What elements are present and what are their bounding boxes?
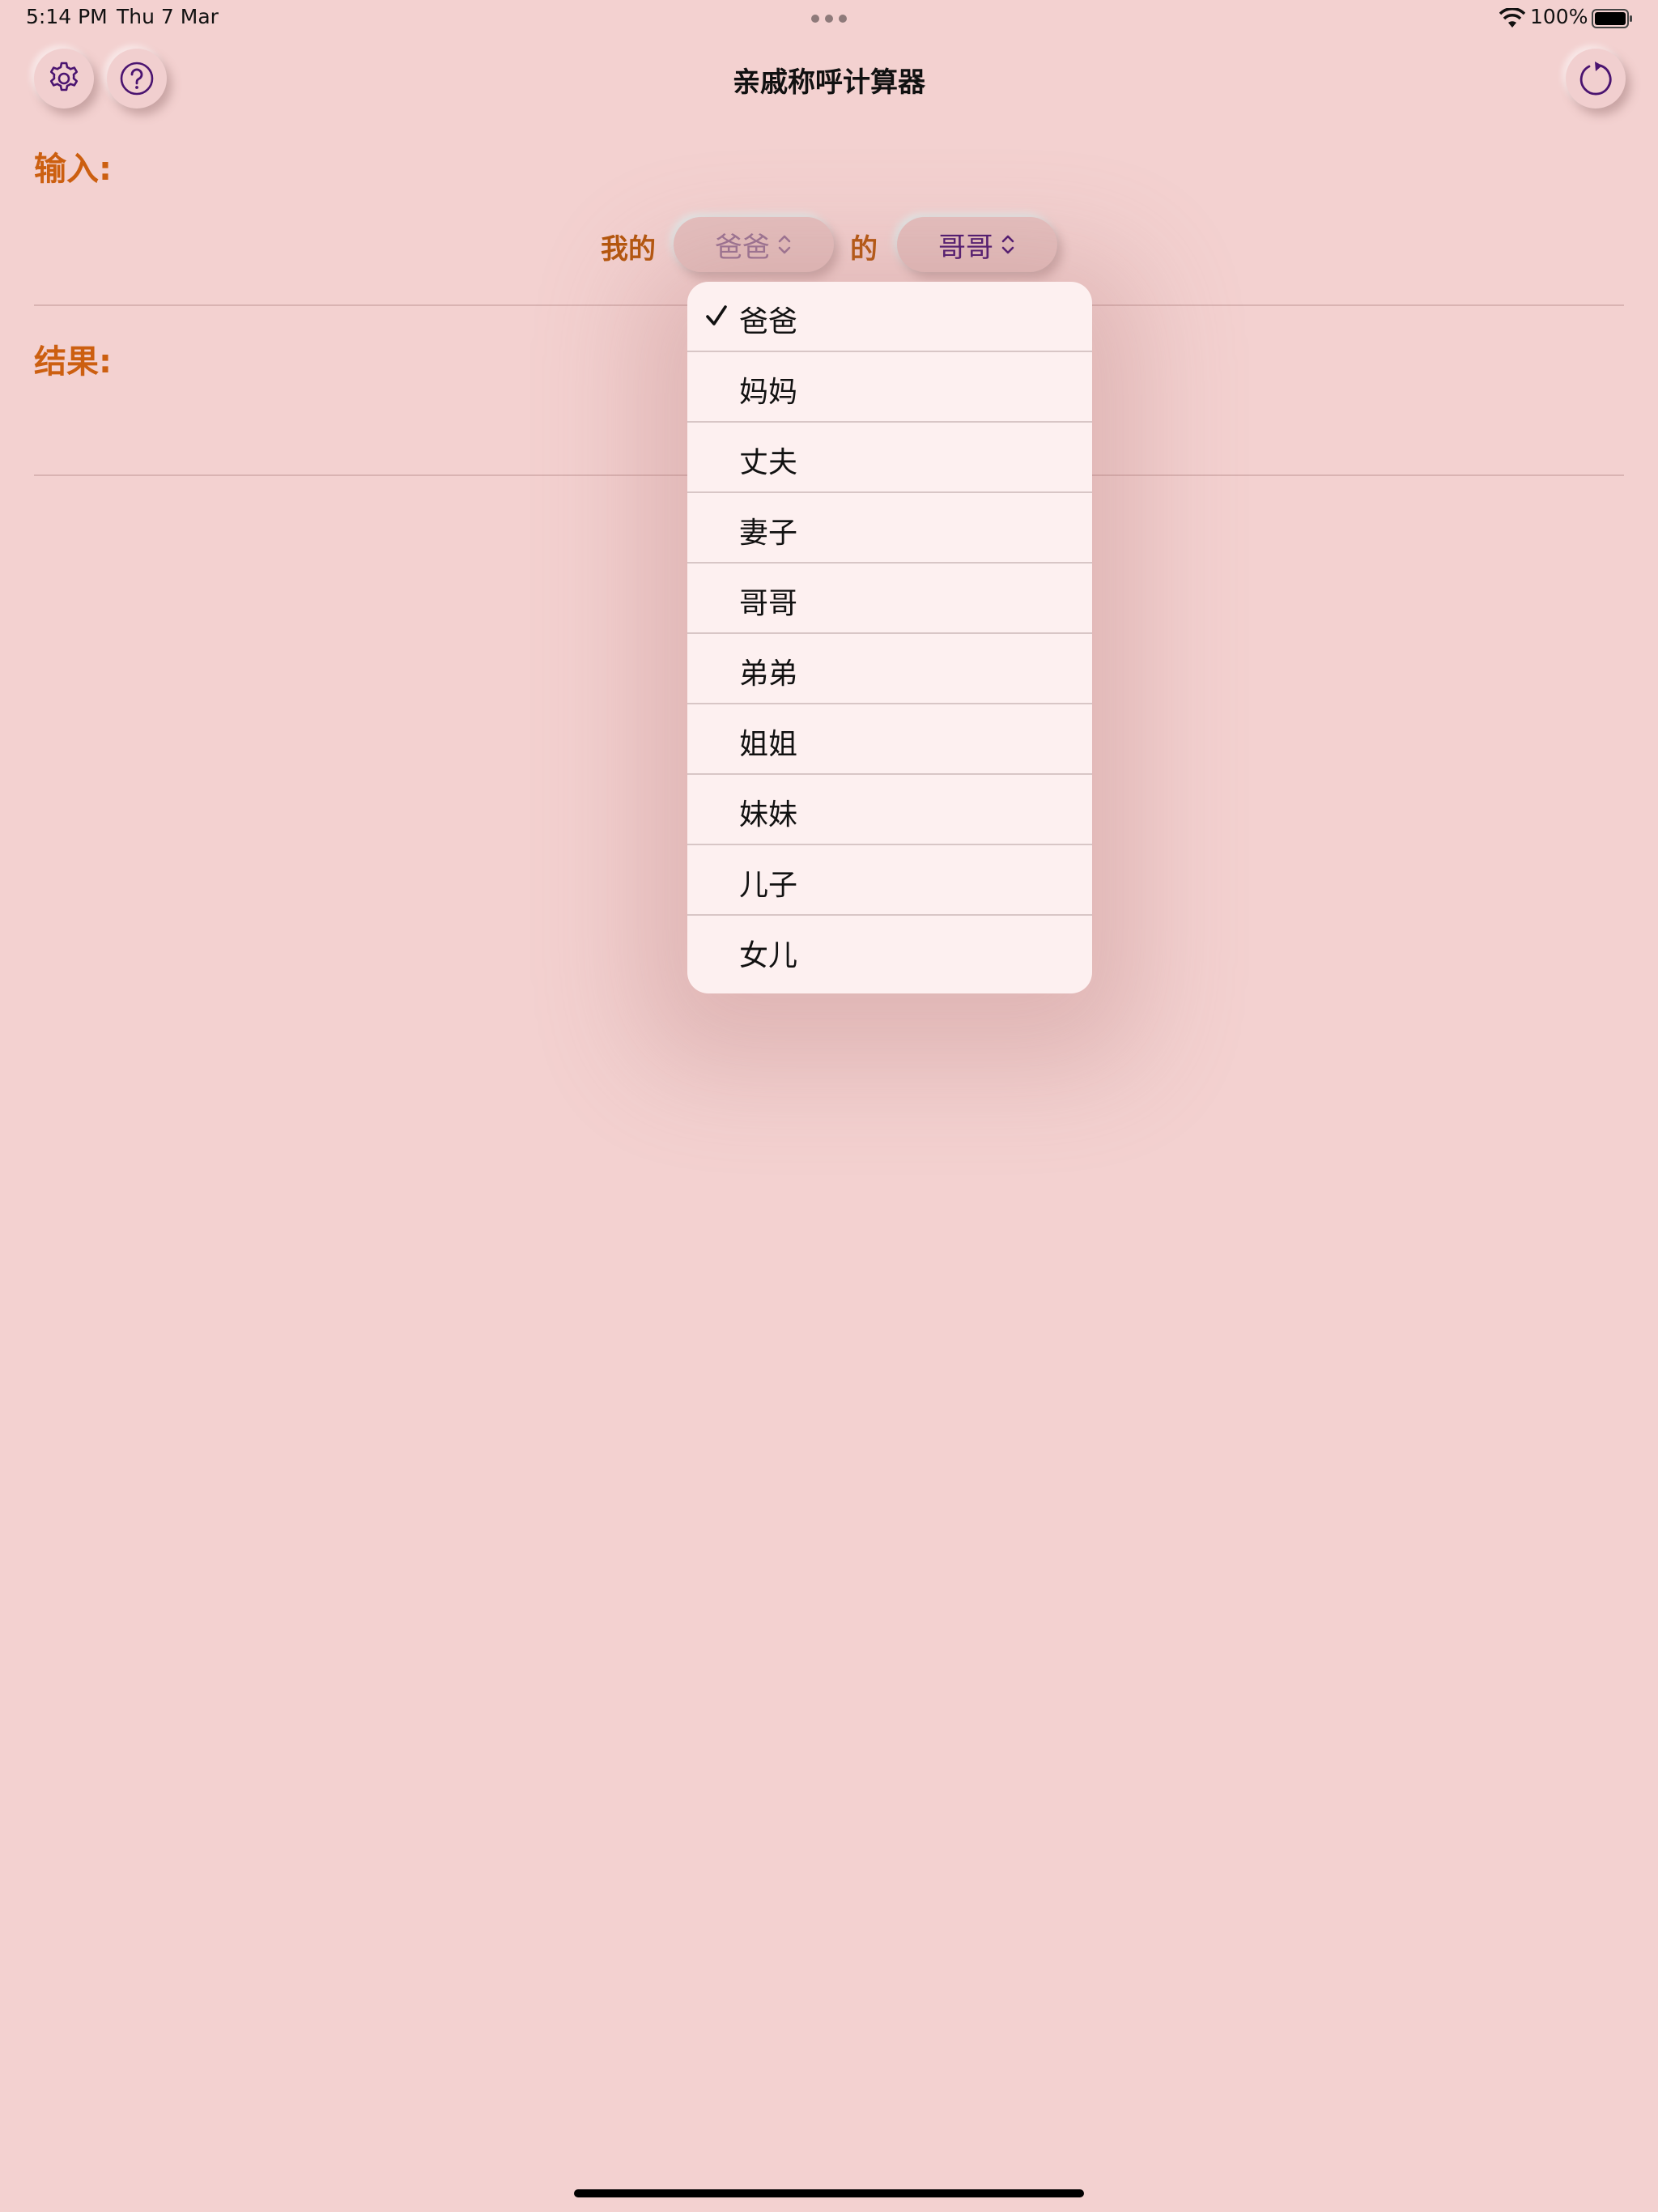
picker-2-value: 哥哥 [938, 231, 993, 264]
page-title: 亲戚称呼计算器 [733, 66, 925, 99]
picker-1-value: 爸爸 [715, 231, 770, 264]
status-date: Thu 7 Mar [117, 5, 219, 28]
dropdown-option-label: 妈妈 [739, 376, 798, 409]
dropdown-option[interactable]: 妹妹 [687, 775, 1092, 845]
dropdown-option[interactable]: 妻子 [687, 493, 1092, 564]
input-section-label: 输入: [34, 151, 112, 188]
status-time: 5:14 PM [26, 5, 108, 28]
dropdown-option[interactable]: 儿子 [687, 845, 1092, 916]
relation-dropdown-menu: 爸爸 妈妈 丈夫 妻子 哥哥 弟弟 姐姐 妹妹 儿子 女儿 [687, 282, 1092, 993]
relation-picker-1[interactable]: 爸爸 [674, 217, 834, 272]
dropdown-option[interactable]: 弟弟 [687, 634, 1092, 704]
result-section-label: 结果: [34, 343, 112, 381]
wifi-icon [1499, 8, 1525, 28]
dropdown-option[interactable]: 哥哥 [687, 564, 1092, 634]
dropdown-option-label: 儿子 [739, 869, 798, 902]
dropdown-option[interactable]: 丈夫 [687, 423, 1092, 493]
dropdown-option-label: 弟弟 [739, 657, 798, 691]
home-indicator[interactable] [574, 2189, 1084, 2197]
dropdown-option[interactable]: 女儿 [687, 916, 1092, 986]
status-bar: 5:14 PM Thu 7 Mar 100% [0, 0, 1658, 39]
dropdown-option-label: 丈夫 [739, 446, 798, 479]
dropdown-option-label: 女儿 [739, 939, 798, 972]
dropdown-option-label: 哥哥 [739, 587, 798, 620]
dropdown-option[interactable]: 爸爸 [687, 282, 1092, 352]
prefix-text: 我的 [601, 233, 656, 266]
dropdown-option-label: 姐姐 [739, 728, 798, 761]
relation-picker-2[interactable]: 哥哥 [897, 217, 1057, 272]
connector-text: 的 [850, 233, 878, 266]
checkmark-icon [706, 305, 727, 325]
chevron-up-down-icon [1001, 235, 1014, 254]
dropdown-option[interactable]: 妈妈 [687, 352, 1092, 423]
battery-percentage: 100% [1530, 5, 1588, 28]
multitasking-dots-icon[interactable] [811, 15, 847, 23]
dropdown-option-label: 爸爸 [739, 305, 798, 338]
dropdown-option[interactable]: 姐姐 [687, 704, 1092, 775]
battery-icon [1592, 9, 1632, 28]
chevron-up-down-icon [778, 235, 791, 254]
dropdown-option-label: 妻子 [739, 517, 798, 550]
dropdown-option-label: 妹妹 [739, 798, 798, 832]
relation-row: 我的 爸爸 的 哥哥 [0, 217, 1658, 272]
